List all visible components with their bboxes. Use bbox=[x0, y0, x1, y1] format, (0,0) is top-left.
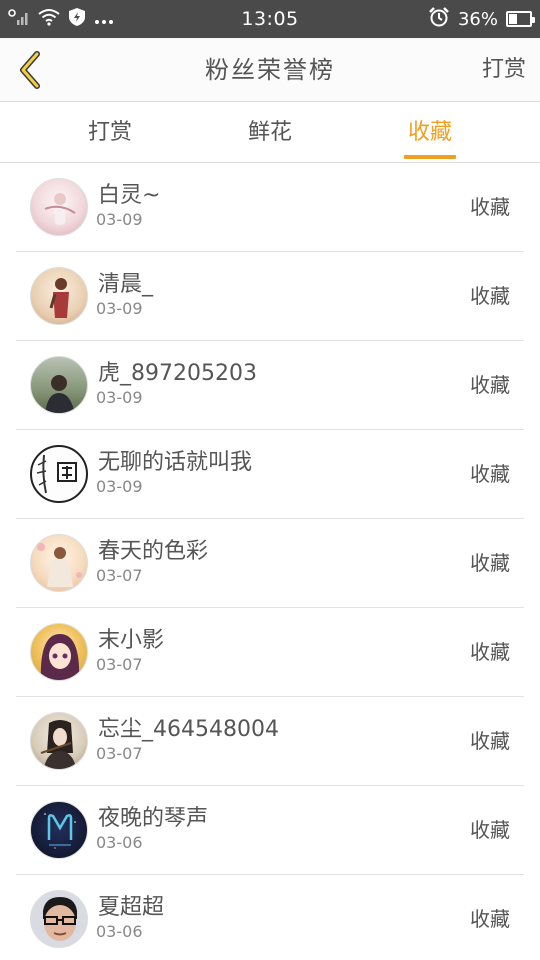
list-item[interactable]: 清晨_ 03-09 收藏 bbox=[16, 252, 524, 341]
favorite-label: 收藏 bbox=[470, 729, 510, 753]
list-item[interactable]: 夏超超 03-06 收藏 bbox=[16, 875, 524, 960]
favorite-label: 收藏 bbox=[470, 284, 510, 308]
battery-percent: 36% bbox=[457, 8, 498, 30]
favorite-label: 收藏 bbox=[470, 640, 510, 664]
date: 03-06 bbox=[96, 922, 143, 941]
avatar bbox=[30, 712, 88, 770]
user-name: 无聊的话就叫我 bbox=[98, 450, 253, 475]
avatar bbox=[30, 445, 88, 503]
fan-list: 白灵~ 03-09 收藏 清晨_ 03-09 收藏 虎_897205203 03… bbox=[0, 163, 540, 960]
list-item[interactable]: 夜晚的琴声 03-06 收藏 bbox=[16, 786, 524, 875]
avatar bbox=[30, 356, 88, 414]
status-right-icons: 36% bbox=[428, 0, 535, 38]
tab-bar: 打赏 鲜花 收藏 bbox=[0, 103, 540, 163]
date: 03-09 bbox=[96, 210, 143, 229]
favorite-label: 收藏 bbox=[470, 907, 510, 931]
battery-icon bbox=[506, 11, 535, 27]
avatar bbox=[30, 890, 88, 948]
tab-favorites[interactable]: 收藏 bbox=[404, 103, 456, 163]
list-item[interactable]: 忘尘_464548004 03-07 收藏 bbox=[16, 697, 524, 786]
favorite-label: 收藏 bbox=[470, 551, 510, 575]
date: 03-07 bbox=[96, 655, 143, 674]
avatar bbox=[30, 623, 88, 681]
user-name: 夜晚的琴声 bbox=[98, 806, 209, 831]
list-item[interactable]: 无聊的话就叫我 03-09 收藏 bbox=[16, 430, 524, 519]
date: 03-09 bbox=[96, 477, 143, 496]
favorite-label: 收藏 bbox=[470, 818, 510, 842]
list-item[interactable]: 白灵~ 03-09 收藏 bbox=[16, 163, 524, 252]
header: 粉丝荣誉榜 打赏 bbox=[0, 38, 540, 102]
list-item[interactable]: 末小影 03-07 收藏 bbox=[16, 608, 524, 697]
user-name: 末小影 bbox=[98, 628, 165, 653]
favorite-label: 收藏 bbox=[470, 195, 510, 219]
tab-label: 鲜花 bbox=[247, 120, 292, 145]
favorite-label: 收藏 bbox=[470, 373, 510, 397]
page-title: 粉丝荣誉榜 bbox=[205, 56, 335, 84]
tab-label: 收藏 bbox=[407, 120, 452, 145]
date: 03-09 bbox=[96, 388, 143, 407]
favorite-label: 收藏 bbox=[470, 462, 510, 486]
status-bar: 13:05 36% bbox=[0, 0, 540, 38]
tab-reward[interactable]: 打赏 bbox=[82, 103, 138, 163]
date: 03-07 bbox=[96, 566, 143, 585]
user-name: 清晨_ bbox=[98, 272, 154, 297]
date: 03-09 bbox=[96, 299, 143, 318]
user-name: 白灵~ bbox=[98, 183, 161, 208]
avatar bbox=[30, 178, 88, 236]
user-name: 忘尘_464548004 bbox=[98, 717, 279, 742]
date: 03-07 bbox=[96, 744, 143, 763]
tab-label: 打赏 bbox=[87, 120, 132, 145]
battery-fill bbox=[509, 14, 517, 24]
tab-active-indicator bbox=[404, 155, 456, 159]
date: 03-06 bbox=[96, 833, 143, 852]
reward-button[interactable]: 打赏 bbox=[482, 38, 526, 102]
avatar bbox=[30, 267, 88, 325]
list-item[interactable]: 春天的色彩 03-07 收藏 bbox=[16, 519, 524, 608]
user-name: 虎_897205203 bbox=[98, 361, 257, 386]
tab-flowers[interactable]: 鲜花 bbox=[242, 103, 298, 163]
avatar bbox=[30, 801, 88, 859]
user-name: 夏超超 bbox=[98, 895, 165, 920]
user-name: 春天的色彩 bbox=[98, 539, 209, 564]
alarm-icon bbox=[428, 6, 450, 32]
avatar bbox=[30, 534, 88, 592]
list-item[interactable]: 虎_897205203 03-09 收藏 bbox=[16, 341, 524, 430]
